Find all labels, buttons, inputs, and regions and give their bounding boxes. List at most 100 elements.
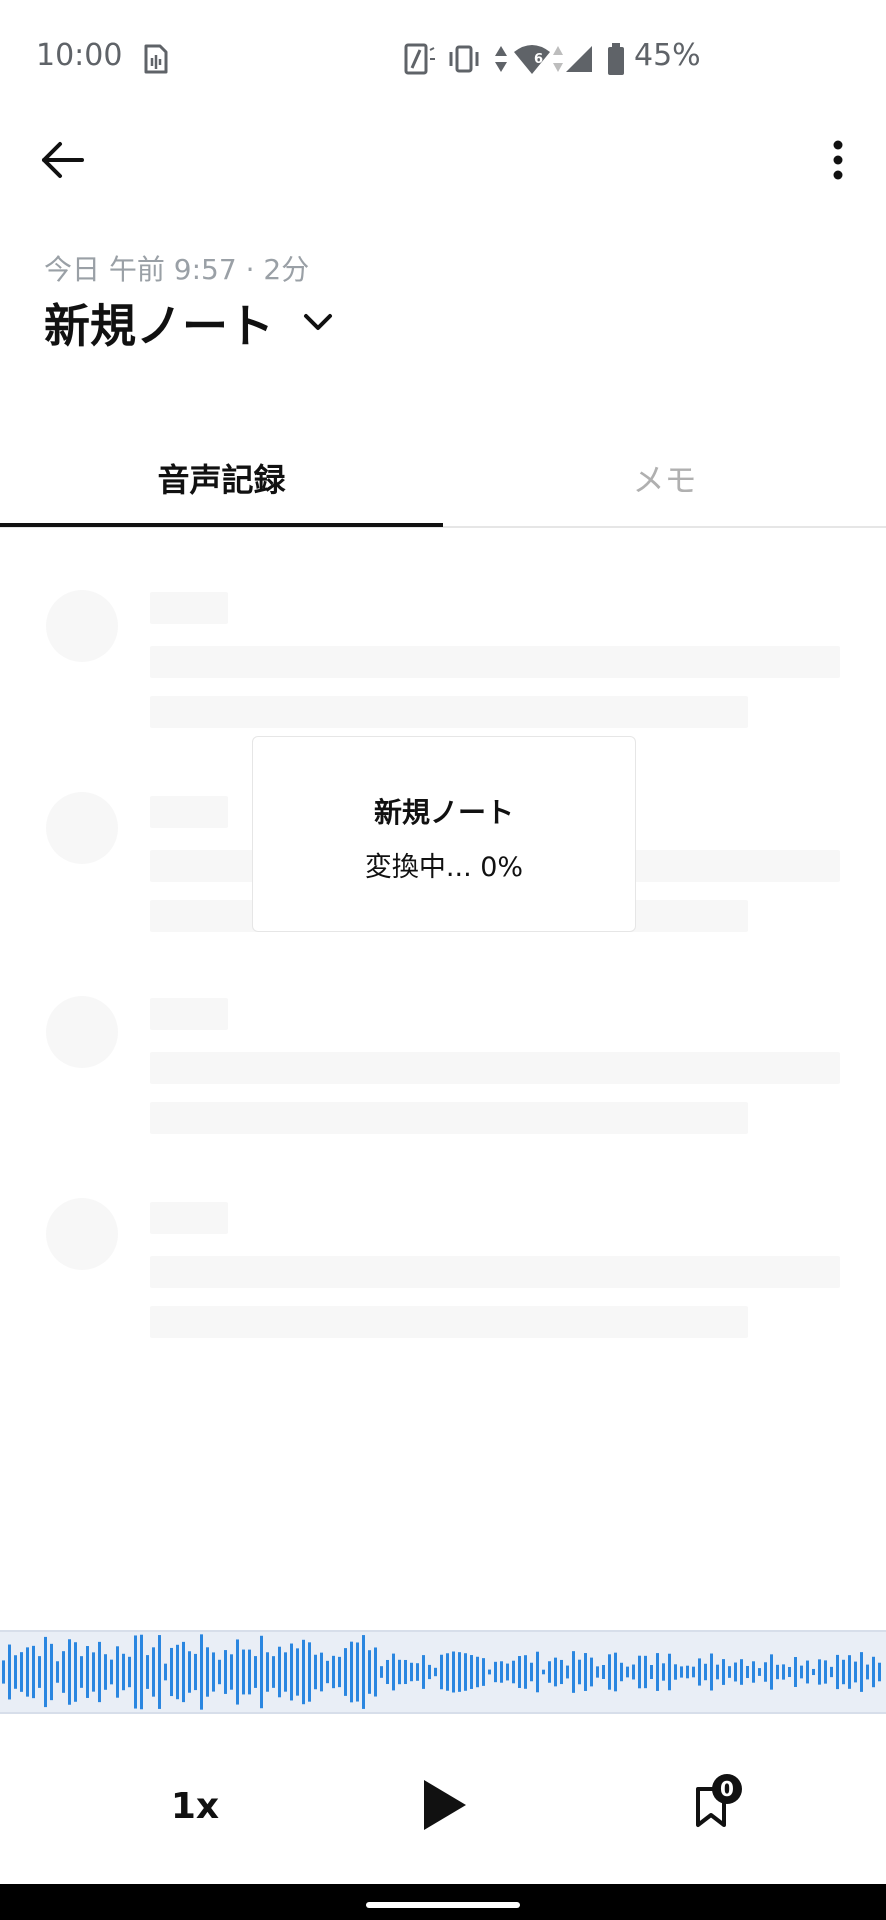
battery-icon [608, 43, 624, 75]
play-button[interactable] [410, 1770, 480, 1840]
waveform-bar [134, 1635, 137, 1709]
waveform-bar [596, 1666, 599, 1678]
skeleton-line [150, 1102, 748, 1134]
waveform-bar [74, 1642, 77, 1702]
waveform-bar [674, 1664, 677, 1680]
waveform-bar [434, 1667, 437, 1677]
dialog-title: 新規ノート [373, 796, 514, 829]
waveform-bar [338, 1656, 341, 1688]
waveform-bar [326, 1660, 329, 1684]
waveform-bar [524, 1655, 527, 1689]
bookmark-button[interactable]: 0 [676, 1772, 746, 1842]
back-button[interactable] [30, 128, 94, 192]
waveform-bar [716, 1664, 719, 1680]
waveform-bar [656, 1653, 659, 1691]
waveform-bar [368, 1650, 371, 1694]
waveform-bar [242, 1649, 245, 1695]
waveform-bar [122, 1653, 125, 1691]
waveform-bar [740, 1659, 743, 1685]
data-arrows-icon [495, 46, 507, 72]
waveform-bar [494, 1661, 497, 1683]
recorder-notification-icon [144, 44, 168, 74]
waveform-bar [752, 1661, 755, 1683]
waveform-bar [698, 1658, 701, 1686]
skeleton-line [150, 998, 228, 1030]
waveform-bar [800, 1665, 803, 1679]
waveform-bar [116, 1646, 119, 1698]
waveform-bar [662, 1663, 665, 1681]
skeleton-line [150, 592, 228, 624]
waveform-bar [248, 1649, 251, 1695]
waveform-bar [92, 1652, 95, 1692]
waveform-bar [608, 1654, 611, 1690]
waveform-bar [806, 1660, 809, 1684]
waveform-bar [848, 1655, 851, 1689]
waveform-bar [536, 1651, 539, 1693]
audio-waveform-scrubber[interactable] [0, 1630, 886, 1714]
home-gesture-handle[interactable] [366, 1902, 520, 1908]
waveform-bar [170, 1647, 173, 1697]
waveform-bar [86, 1646, 89, 1698]
waveform-bar [578, 1659, 581, 1685]
waveform-bar [554, 1657, 557, 1687]
waveform-bar [320, 1652, 323, 1692]
waveform-bar [482, 1658, 485, 1686]
waveform-bar [344, 1648, 347, 1696]
skeleton-avatar [46, 1198, 118, 1270]
skeleton-line [150, 646, 840, 678]
waveform-bar [644, 1655, 647, 1689]
skeleton-line [150, 1256, 840, 1288]
waveform-bar [44, 1636, 47, 1708]
waveform-bar [302, 1639, 305, 1705]
skeleton-line [150, 1306, 748, 1338]
waveform-bar [548, 1661, 551, 1683]
waveform-bar [758, 1668, 761, 1676]
waveform-bar [692, 1666, 695, 1678]
waveform-bar [8, 1644, 11, 1700]
waveform-bar [560, 1659, 563, 1685]
note-title-selector[interactable]: 新規ノート [44, 290, 336, 356]
waveform-bar [182, 1641, 185, 1703]
waveform-bar [158, 1635, 161, 1709]
waveform-bar [464, 1653, 467, 1691]
skeleton-avatar [46, 996, 118, 1068]
system-nav-bar [0, 1884, 886, 1920]
playback-speed-button[interactable]: 1x [150, 1778, 240, 1834]
play-icon [424, 1780, 466, 1830]
waveform-bar [50, 1643, 53, 1701]
wifi-icon [514, 45, 550, 74]
waveform-bar [842, 1659, 845, 1685]
dialog-progress-text: 変換中... 0% [364, 852, 524, 883]
waveform-bar [704, 1663, 707, 1681]
waveform-bar [356, 1642, 359, 1702]
waveform-bar [860, 1652, 863, 1692]
tab-memo[interactable]: メモ [443, 430, 886, 526]
more-options-button[interactable] [806, 128, 870, 192]
waveform-bar [776, 1664, 779, 1680]
waveform-bar [818, 1659, 821, 1685]
waveform-bar [770, 1654, 773, 1690]
waveform-bar [746, 1665, 749, 1679]
waveform-bar [824, 1660, 827, 1684]
waveform-bar [722, 1659, 725, 1685]
skeleton-line [150, 1202, 228, 1234]
waveform-bar [854, 1661, 857, 1683]
waveform-bar [830, 1666, 833, 1678]
waveform-bar [290, 1643, 293, 1701]
waveform-bar [518, 1656, 521, 1688]
waveform-bar [452, 1651, 455, 1693]
battery-percent: 45% [634, 38, 701, 73]
waveform-bar [230, 1654, 233, 1690]
chevron-down-icon [300, 305, 336, 341]
waveform-bar [260, 1635, 263, 1709]
nfc-icon [404, 43, 435, 75]
tab-transcript[interactable]: 音声記録 [0, 430, 443, 526]
skeleton-line [150, 1052, 840, 1084]
waveform-bar [314, 1654, 317, 1690]
waveform-bar [836, 1654, 839, 1690]
waveform-bar [500, 1661, 503, 1683]
waveform-bar [614, 1652, 617, 1692]
waveform-bar [278, 1646, 281, 1698]
waveform-bar [602, 1664, 605, 1680]
status-bar: 10:00 6 45% [0, 0, 886, 118]
